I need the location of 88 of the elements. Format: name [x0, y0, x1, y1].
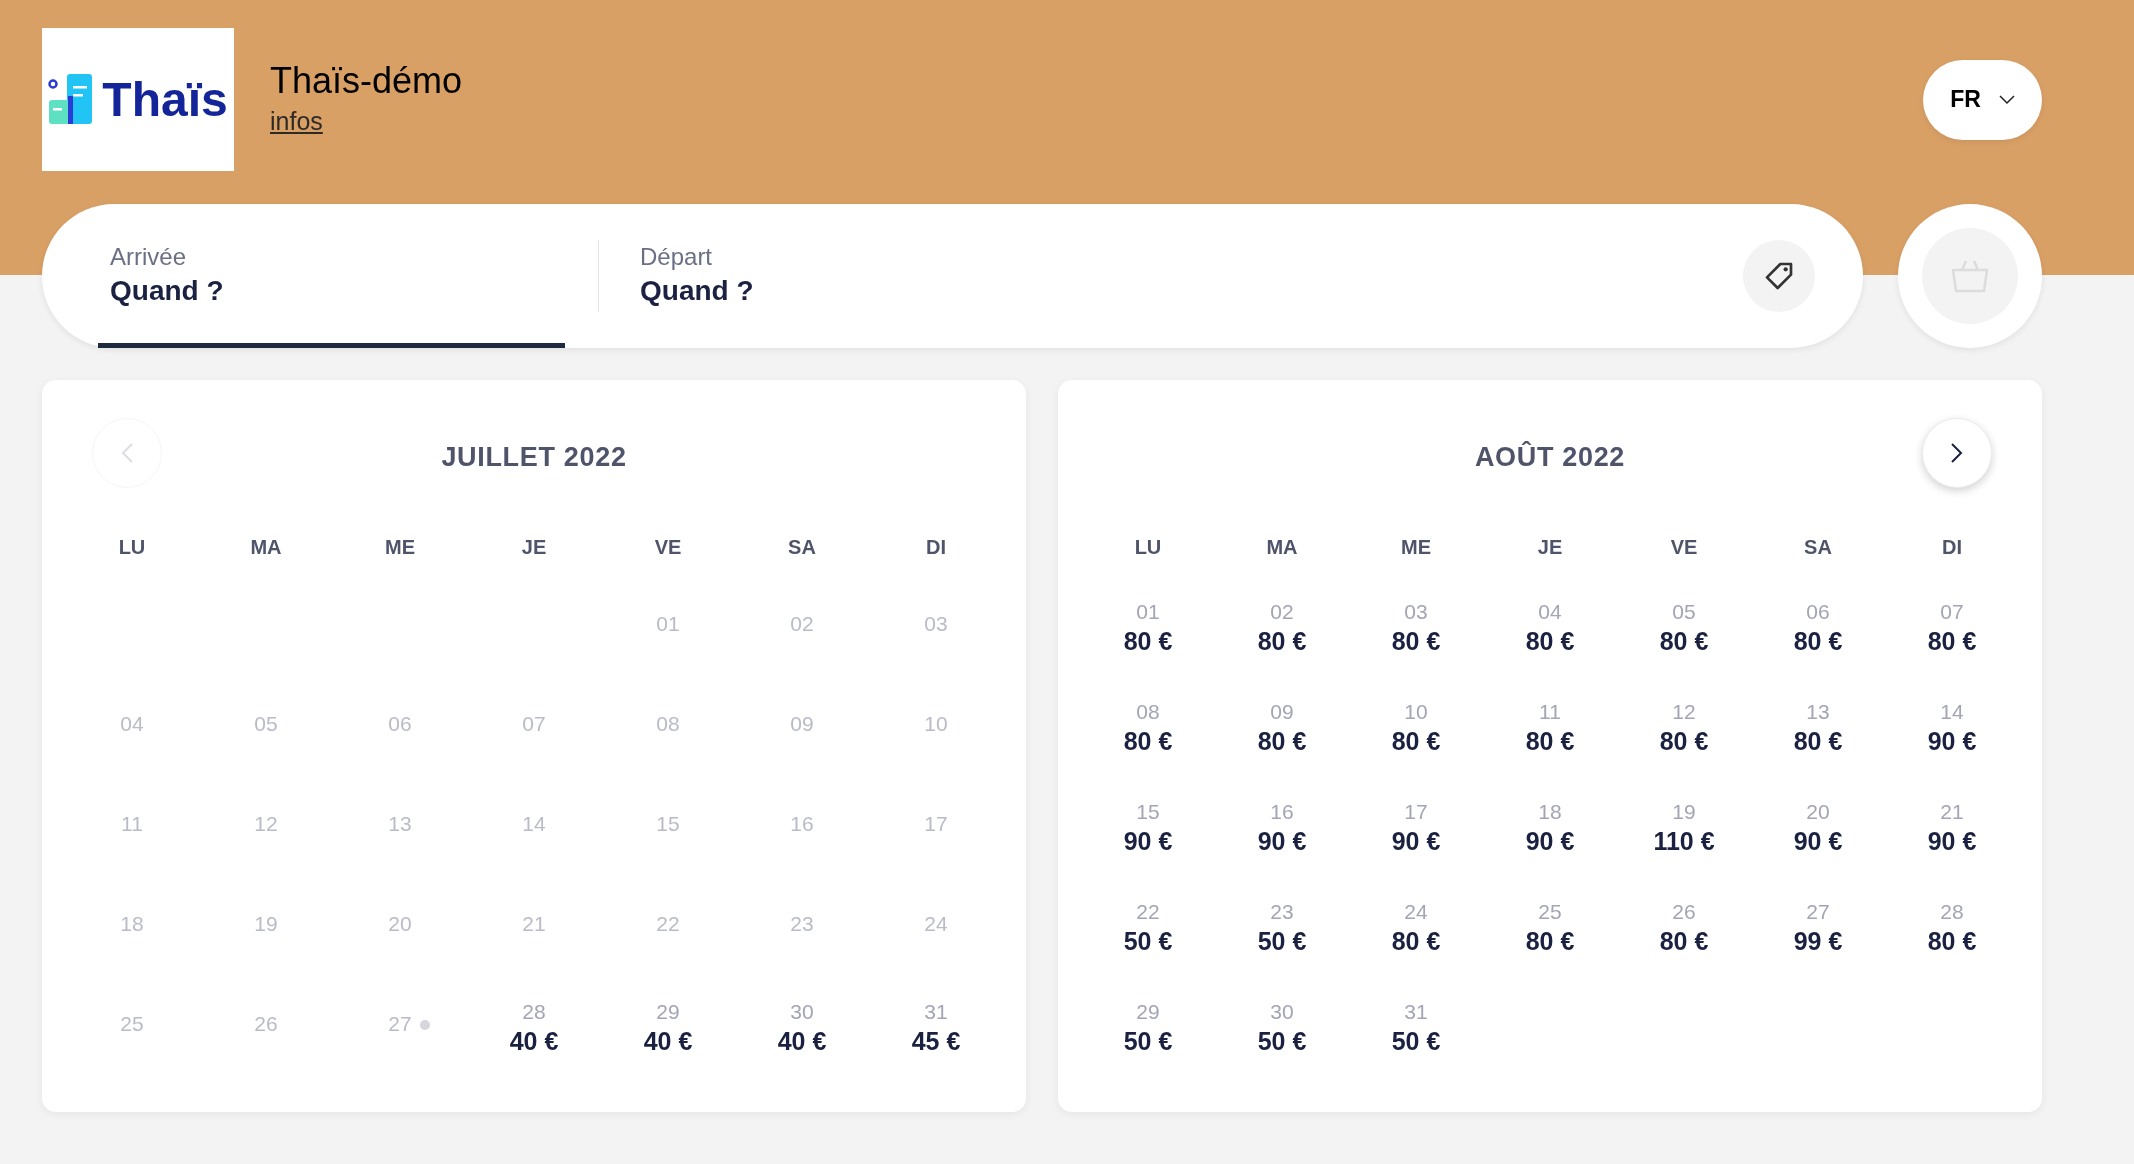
weekday-label: VE [1670, 535, 1698, 560]
building-logo-icon [48, 73, 95, 126]
day-cell[interactable]: 07 80 € [1885, 596, 2019, 696]
weekday-label: LU [118, 535, 146, 560]
day-number: 16 [790, 812, 814, 835]
day-number: 10 [924, 712, 948, 735]
day-number: 24 [924, 912, 948, 935]
day-cell[interactable]: 23 50 € [1215, 896, 1349, 996]
day-number: 18 [120, 912, 144, 935]
day-number: 06 [388, 712, 412, 735]
day-number: 08 [656, 712, 680, 735]
day-cell[interactable]: 01 80 € [1081, 596, 1215, 696]
day-number: 05 [254, 712, 278, 735]
day-cell[interactable]: 03 80 € [1349, 596, 1483, 696]
date-tab[interactable]: Départ Quand ? [599, 204, 754, 348]
day-cell[interactable]: 25 80 € [1483, 896, 1617, 996]
day-cell[interactable]: 27 99 € [1751, 896, 1885, 996]
day-cell[interactable]: 30 40 € [735, 996, 869, 1096]
date-tab[interactable]: Arrivée Quand ? [98, 204, 565, 348]
day-cell[interactable]: 16 90 € [1215, 796, 1349, 896]
next-month-button[interactable] [1922, 418, 1992, 488]
weekday-label: DI [926, 535, 946, 560]
logo: Thaïs [42, 28, 234, 171]
weekday-label: JE [521, 535, 547, 560]
day-number: 12 [254, 812, 278, 835]
day-cell[interactable]: 29 40 € [601, 996, 735, 1096]
weekday-label: SA [788, 535, 816, 560]
day-cell[interactable]: 14 90 € [1885, 696, 2019, 796]
infos-link[interactable]: infos [270, 102, 323, 141]
day-cell[interactable]: 10 80 € [1349, 696, 1483, 796]
day-cell[interactable]: 05 80 € [1617, 596, 1751, 696]
day-number: 27 [388, 1012, 412, 1035]
day-number: 22 [656, 912, 680, 935]
day-cell[interactable]: 17 90 € [1349, 796, 1483, 896]
day-cell[interactable]: 31 50 € [1349, 996, 1483, 1096]
day-cell[interactable]: 08 80 € [1081, 696, 1215, 796]
day-cell[interactable]: 04 80 € [1483, 596, 1617, 696]
day-number: 07 [522, 712, 546, 735]
day-cell[interactable]: 09 80 € [1215, 696, 1349, 796]
day-number: 02 [790, 612, 814, 635]
day-cell[interactable]: 29 50 € [1081, 996, 1215, 1096]
day-number: 26 [254, 1012, 278, 1035]
day-number: 09 [790, 712, 814, 735]
day-cell[interactable]: 02 80 € [1215, 596, 1349, 696]
month-title: JUILLET 2022 [441, 440, 627, 474]
weekday-label: SA [1804, 535, 1832, 560]
day-cell[interactable]: 24 80 € [1349, 896, 1483, 996]
chevron-down-icon [1998, 94, 2015, 105]
month-title: AOÛT 2022 [1474, 440, 1626, 474]
day-number: 03 [924, 612, 948, 635]
weekday-label: ME [385, 535, 415, 560]
day-cell[interactable]: 13 80 € [1751, 696, 1885, 796]
day-number: 15 [656, 812, 680, 835]
day-cell[interactable]: 12 80 € [1617, 696, 1751, 796]
day-number: 25 [120, 1012, 144, 1035]
day-number: 11 [121, 812, 143, 835]
day-number: 23 [790, 912, 814, 935]
chevron-left-icon [120, 442, 134, 464]
day-number: 17 [924, 812, 948, 835]
day-number: 13 [388, 812, 412, 835]
day-cell[interactable]: 18 90 € [1483, 796, 1617, 896]
weekday-label: MA [250, 535, 282, 560]
day-number: 01 [656, 612, 680, 635]
day-cell[interactable]: 30 50 € [1215, 996, 1349, 1096]
day-number: 21 [522, 912, 546, 935]
day-cell[interactable]: 22 50 € [1081, 896, 1215, 996]
hotel-title: Thaïs-démo [270, 58, 463, 103]
day-cell[interactable]: 26 80 € [1617, 896, 1751, 996]
day-cell[interactable]: 11 80 € [1483, 696, 1617, 796]
weekday-label: LU [1134, 535, 1162, 560]
day-cell[interactable]: 06 80 € [1751, 596, 1885, 696]
chevron-right-icon [1950, 442, 1964, 464]
day-cell[interactable]: 21 90 € [1885, 796, 2019, 896]
weekday-label: VE [654, 535, 682, 560]
day-number: 04 [120, 712, 144, 735]
day-cell[interactable]: 28 40 € [467, 996, 601, 1096]
weekday-label: JE [1537, 535, 1563, 560]
day-number: 20 [388, 912, 412, 935]
day-number: 19 [254, 912, 278, 935]
day-cell[interactable]: 19 110 € [1617, 796, 1751, 896]
weekday-label: DI [1942, 535, 1962, 560]
day-cell[interactable]: 15 90 € [1081, 796, 1215, 896]
weekday-label: MA [1266, 535, 1298, 560]
day-cell[interactable]: 31 45 € [869, 996, 1003, 1096]
day-cell[interactable]: 20 90 € [1751, 796, 1885, 896]
day-cell[interactable]: 28 80 € [1885, 896, 2019, 996]
weekday-label: ME [1401, 535, 1431, 560]
day-number: 14 [522, 812, 546, 835]
